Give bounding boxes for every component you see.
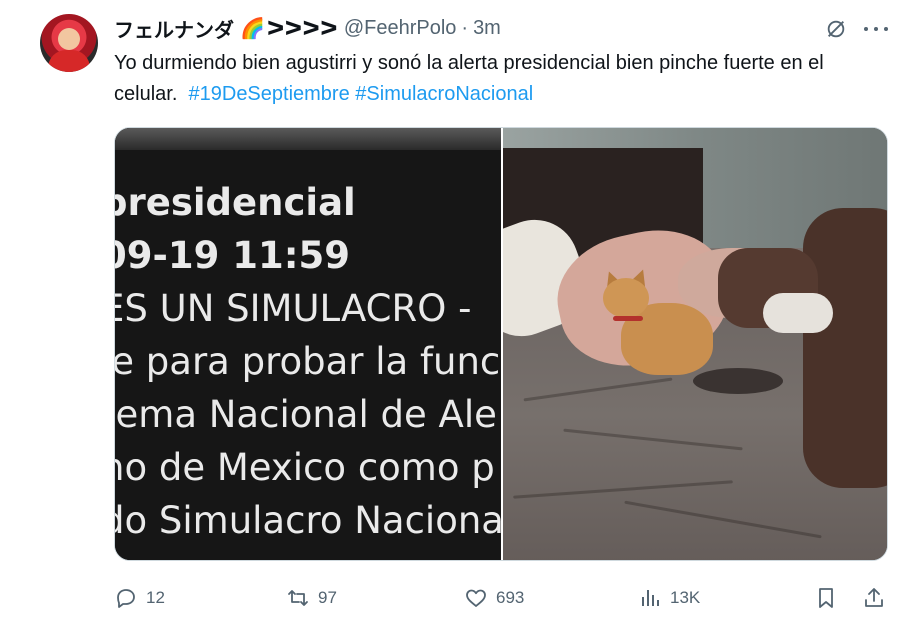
repost-icon	[288, 590, 308, 606]
alert-line: no de Mexico como p	[115, 446, 495, 489]
avatar-body	[48, 50, 90, 72]
more-icon[interactable]	[864, 18, 888, 40]
hashtag-link[interactable]: #19DeSeptiembre	[189, 83, 350, 105]
alert-line: do Simulacro Naciona	[115, 499, 501, 542]
like-count: 693	[496, 588, 525, 607]
tweet-card[interactable]: フェルナンダ 🌈 ᐳᐳᐳᐳ @FeehrPolo · 3m Yo durmien…	[0, 0, 906, 620]
tweet-media[interactable]: presidencial 09-19 11:59 ES UN SIMULACRO…	[114, 127, 888, 561]
alert-line: ES UN SIMULACRO -	[115, 287, 472, 330]
tweet-text: Yo durmiendo bien agustirri y sonó la al…	[114, 48, 894, 110]
display-name[interactable]: フェルナンダ	[114, 14, 234, 43]
dog-collar	[613, 316, 643, 321]
bed-fold	[513, 480, 733, 499]
user-handle[interactable]: @FeehrPolo	[344, 17, 457, 40]
avatar-face	[58, 28, 80, 50]
repost-count: 97	[318, 588, 337, 607]
views-button[interactable]: 13K	[638, 584, 700, 612]
alert-line: je para probar la func	[115, 340, 501, 383]
alert-line: 09-19 11:59	[115, 234, 350, 277]
photo-puddle	[693, 368, 783, 394]
repost-button[interactable]: 97	[286, 584, 337, 612]
bookmark-icon	[819, 588, 833, 608]
reply-button[interactable]: 12	[114, 584, 165, 612]
dog-head	[603, 278, 649, 318]
views-icon	[642, 590, 659, 606]
dog-on-bed-photo[interactable]	[503, 128, 887, 560]
bookmark-button[interactable]	[814, 584, 838, 612]
views-count: 13K	[670, 588, 701, 607]
share-button[interactable]	[862, 584, 886, 612]
more-dot	[864, 27, 868, 31]
timestamp[interactable]: 3m	[473, 17, 501, 40]
alert-line: tema Nacional de Ale	[115, 393, 497, 436]
photo-top-band	[115, 128, 501, 150]
rainbow-emoji: 🌈	[240, 17, 265, 40]
name-suffix: ᐳᐳᐳᐳ	[266, 17, 338, 40]
photo-blanket	[763, 293, 833, 333]
bed-fold	[624, 500, 822, 539]
hashtag-link[interactable]: #SimulacroNacional	[355, 83, 533, 105]
heart-icon	[466, 589, 486, 607]
alert-text: presidencial 09-19 11:59 ES UN SIMULACRO…	[115, 176, 501, 547]
phone-alert-photo[interactable]: presidencial 09-19 11:59 ES UN SIMULACRO…	[115, 128, 501, 560]
share-icon	[865, 588, 883, 607]
bed-fold	[523, 377, 673, 402]
photo-blanket	[803, 208, 887, 488]
avatar[interactable]	[40, 14, 98, 72]
alert-line: presidencial	[115, 181, 356, 224]
reply-count: 12	[146, 588, 165, 607]
action-bar: 12 97 693 13K	[114, 584, 888, 612]
more-dot	[884, 27, 888, 31]
tweet-header: フェルナンダ 🌈 ᐳᐳᐳᐳ @FeehrPolo · 3m	[114, 14, 501, 42]
like-button[interactable]: 693	[464, 584, 524, 612]
separator-dot: ·	[461, 16, 469, 39]
more-dot	[874, 27, 878, 31]
bed-fold	[563, 428, 743, 451]
grok-icon[interactable]	[825, 18, 847, 40]
reply-icon	[117, 589, 135, 608]
